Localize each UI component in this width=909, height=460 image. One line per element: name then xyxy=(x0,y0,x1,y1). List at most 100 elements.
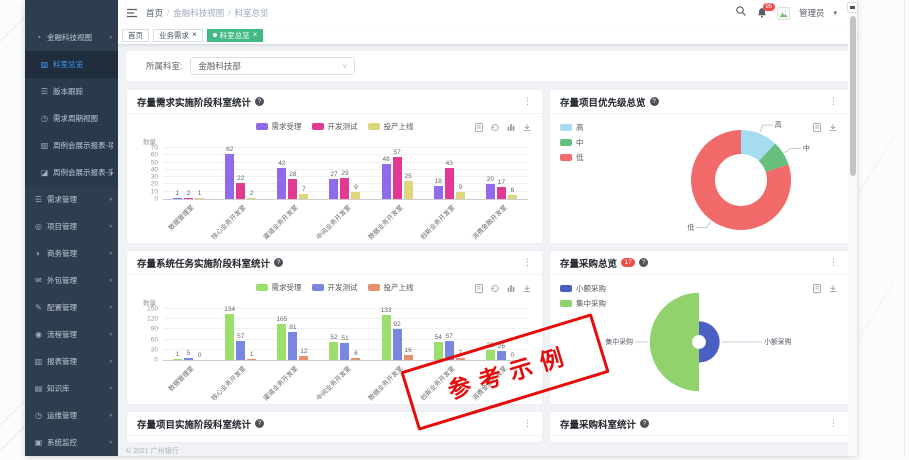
tab-bar: 首页业务需求×科室总览× xyxy=(118,26,857,45)
bar: 134 xyxy=(225,314,234,360)
tab-科室总览[interactable]: 科室总览× xyxy=(207,29,264,42)
sidebar-item-label: 商务管理 xyxy=(47,248,77,259)
x-axis-label: 消费金融开发室 xyxy=(469,202,508,241)
avatar[interactable] xyxy=(777,7,790,20)
footer-copyright: © 2021 广州银行 xyxy=(126,446,179,456)
sidebar-item-知识库[interactable]: ▤知识库∨ xyxy=(25,375,118,402)
more-icon[interactable]: ⋮ xyxy=(523,418,532,429)
more-icon[interactable]: ⋮ xyxy=(829,257,838,268)
department-select[interactable]: 金融科技部 ∨ xyxy=(190,57,355,75)
bar: 105 xyxy=(277,324,286,360)
chevron-down-icon: ▾ xyxy=(833,9,837,17)
card-project-priority: 存量项目优先级总览 ? ⋮ 高中低 高中低 xyxy=(549,89,849,244)
bar: 1 xyxy=(247,359,256,360)
bar-value: 18 xyxy=(435,178,442,185)
sidebar-item-需求管理[interactable]: ☰需求管理∨ xyxy=(25,186,118,213)
count-badge: 17 xyxy=(621,258,635,267)
y-tick-label: 0 xyxy=(154,196,158,203)
bar: 29 xyxy=(340,178,349,199)
tab-首页[interactable]: 首页 xyxy=(122,29,149,42)
sidebar-item-项目管理[interactable]: ◎项目管理∨ xyxy=(25,213,118,240)
chevron-down-icon: ∨ xyxy=(109,386,113,392)
sidebar-item-科室总览[interactable]: ▥科室总览 xyxy=(25,51,118,78)
background-line xyxy=(904,0,905,456)
more-icon[interactable]: ⋮ xyxy=(829,96,838,107)
card-header: 存量采购总览 17 ? ⋮ xyxy=(550,251,848,275)
bar: 1 xyxy=(173,359,182,360)
bar-value: 48 xyxy=(383,156,390,163)
sidebar-item-版本跟踪[interactable]: ☰ 版本跟踪 xyxy=(25,78,118,105)
bar-value: 9 xyxy=(354,184,358,191)
bar-value: 16 xyxy=(405,347,412,354)
sidebar-item-label: 报表管理 xyxy=(47,356,77,367)
bar-group: 121数据管理室 xyxy=(163,148,215,199)
sidebar-item-配置管理[interactable]: ✎配置管理∨ xyxy=(25,294,118,321)
close-icon[interactable]: × xyxy=(253,31,258,39)
breadcrumb-item[interactable]: 科室总览 xyxy=(235,7,269,19)
help-icon[interactable]: ? xyxy=(274,258,283,267)
sidebar-item-报表管理[interactable]: ▥报表管理∨ xyxy=(25,348,118,375)
breadcrumb-item[interactable]: 首页 xyxy=(146,7,163,19)
sidebar-item-外包管理[interactable]: ✉外包管理∨ xyxy=(25,267,118,294)
sidebar-item-系统监控[interactable]: ▣系统监控∨ xyxy=(25,429,118,456)
bar-value: 133 xyxy=(381,307,392,314)
bar-value: 5 xyxy=(187,350,191,357)
list-icon: ☰ xyxy=(40,87,49,96)
bar: 57 xyxy=(445,341,454,360)
slice-label: 中 xyxy=(803,143,810,152)
sidebar-item-label: 需求管理 xyxy=(47,194,77,205)
bar: 5 xyxy=(184,358,193,360)
bar-value: 17 xyxy=(498,179,505,186)
bar-group: 52516中间业务开发室 xyxy=(319,309,371,360)
x-axis-label: 数据管理室 xyxy=(166,202,196,232)
bar-group: 134571核心业务开发室 xyxy=(215,309,267,360)
bar-chart: 数量010203040506070121数据管理室62222核心业务开发室422… xyxy=(127,114,542,242)
help-icon[interactable]: ? xyxy=(640,419,649,428)
breadcrumb: 首页/金融科技视图/科室总览 xyxy=(146,7,269,19)
bar: 2 xyxy=(184,198,193,199)
scrollbar-thumb[interactable] xyxy=(850,16,856,176)
card-body: 需求受理开发测试投产上线 数量010203040506070121数据管理室62… xyxy=(127,114,542,242)
report-icon: ▥ xyxy=(34,357,43,366)
tab-label: 科室总览 xyxy=(220,30,250,41)
search-icon[interactable] xyxy=(735,4,747,22)
monitor-icon: ▣ xyxy=(34,438,43,447)
help-icon[interactable]: ? xyxy=(255,97,264,106)
bar-value: 54 xyxy=(435,334,442,341)
x-axis-label: 渠道业务开发室 xyxy=(261,202,300,241)
sidebar-item-金融科技视图[interactable]: ◔金融科技视图∧ xyxy=(25,24,118,51)
sidebar-item-运维管理[interactable]: ◷运维管理∨ xyxy=(25,402,118,429)
hamburger-icon[interactable] xyxy=(126,7,138,19)
bar-group: 54577创新业务开发室 xyxy=(424,309,476,360)
bar: 16 xyxy=(404,355,413,360)
close-icon[interactable]: × xyxy=(192,31,197,39)
scroll-widget-icon[interactable] xyxy=(847,2,858,13)
sidebar-item-商务管理[interactable]: ◐商务管理∨ xyxy=(25,240,118,267)
sidebar-item-label: 版本跟踪 xyxy=(53,86,83,97)
breadcrumb-item[interactable]: 金融科技视图 xyxy=(173,7,224,19)
sidebar: ◔金融科技视图∧▥科室总览 ☰ 版本跟踪 ◷需求周期视图▥周例会展示报表-项目◪周例会… xyxy=(25,0,118,456)
help-icon[interactable]: ? xyxy=(650,97,659,106)
sidebar-item-周例会展示报表-项目[interactable]: ▥周例会展示报表-项目 xyxy=(25,132,118,159)
scrollbar[interactable] xyxy=(848,0,857,456)
help-icon[interactable]: ? xyxy=(255,419,264,428)
bar: 12 xyxy=(299,356,308,360)
bar-value: 51 xyxy=(341,335,348,342)
user-name[interactable]: 管理员 xyxy=(799,7,825,19)
sidebar-item-流程管理[interactable]: ◉流程管理∨ xyxy=(25,321,118,348)
sidebar-item-需求周期视图[interactable]: ◷需求周期视图 xyxy=(25,105,118,132)
more-icon[interactable]: ⋮ xyxy=(523,96,532,107)
notification-bell-icon[interactable]: 95 xyxy=(756,7,768,19)
more-icon[interactable]: ⋮ xyxy=(523,257,532,268)
tab-业务需求[interactable]: 业务需求× xyxy=(153,29,203,42)
help-icon[interactable]: ? xyxy=(639,258,648,267)
chevron-down-icon: ∨ xyxy=(109,413,113,419)
sidebar-item-label: 系统监控 xyxy=(47,437,77,448)
active-tab-dot xyxy=(213,33,217,37)
more-icon[interactable]: ⋮ xyxy=(829,418,838,429)
sidebar-item-周例会展示报表-采购[interactable]: ◪周例会展示报表-采购 xyxy=(25,159,118,186)
sidebar-item-label: 流程管理 xyxy=(47,329,77,340)
bar: 52 xyxy=(329,342,338,360)
sidebar-item-label: 配置管理 xyxy=(47,302,77,313)
sidebar-item-label: 需求周期视图 xyxy=(53,113,98,124)
